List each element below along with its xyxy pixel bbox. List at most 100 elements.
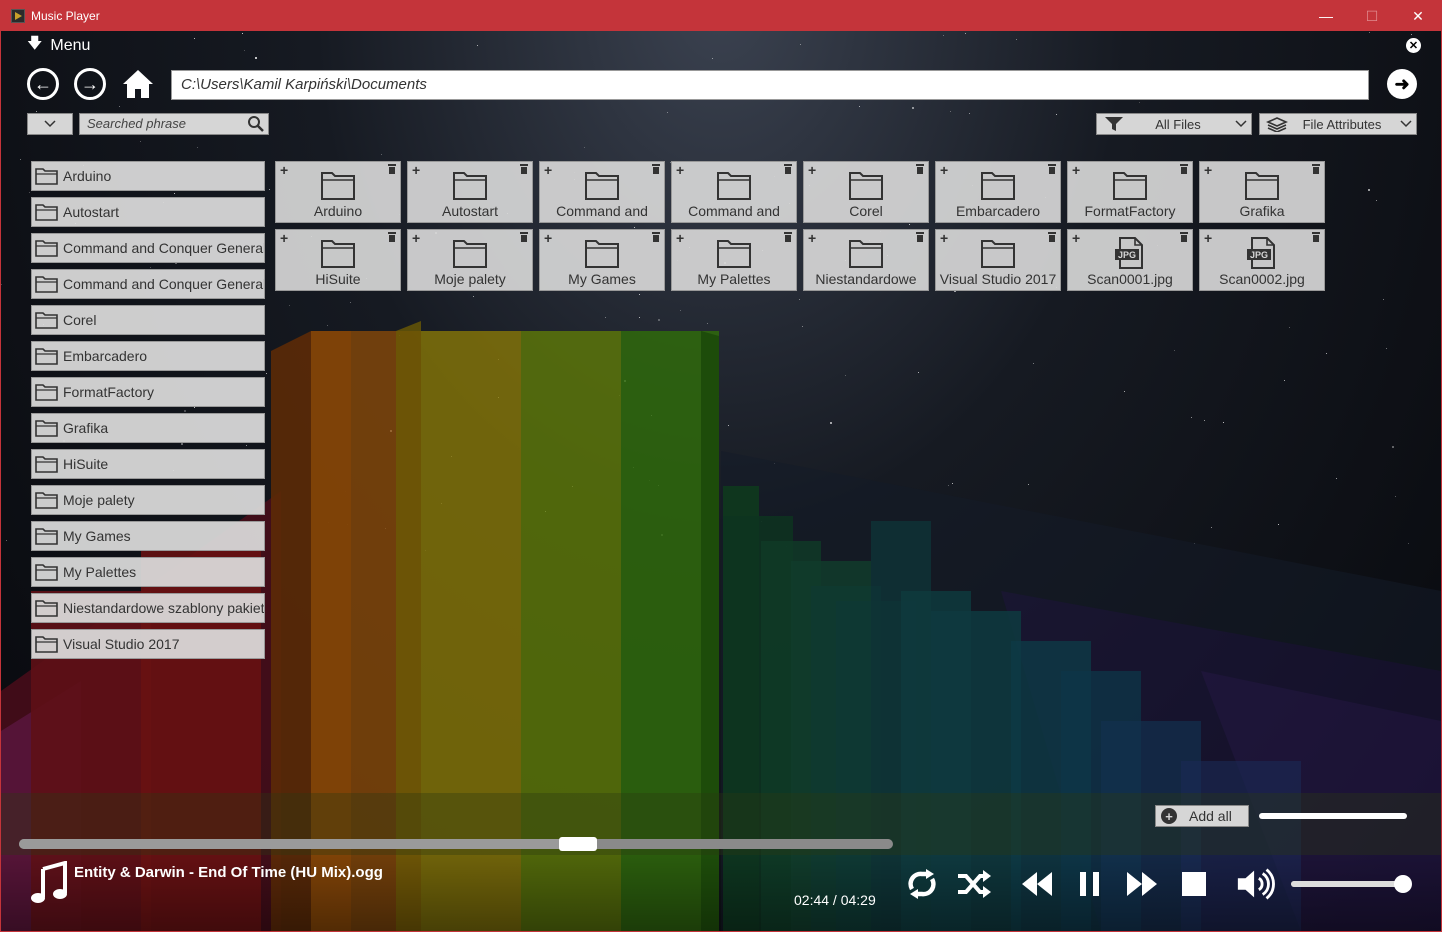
star xyxy=(344,490,346,492)
previous-button[interactable] xyxy=(1016,863,1058,905)
add-to-playlist-icon[interactable]: + xyxy=(544,230,552,246)
folder-tile[interactable]: + FormatFactory xyxy=(1067,161,1193,223)
add-to-playlist-icon[interactable]: + xyxy=(280,162,288,178)
file-attributes-dropdown[interactable]: File Attributes xyxy=(1259,113,1417,135)
sidebar-item[interactable]: Corel xyxy=(31,305,265,335)
forward-button[interactable]: → xyxy=(74,68,106,100)
sidebar-item[interactable]: Embarcadero xyxy=(31,341,265,371)
repeat-button[interactable] xyxy=(901,863,943,905)
sidebar-item[interactable]: Arduino xyxy=(31,161,265,191)
seek-thumb[interactable] xyxy=(559,837,598,851)
trash-icon[interactable] xyxy=(388,232,396,242)
pause-button[interactable] xyxy=(1069,863,1111,905)
sidebar-item[interactable]: Command and Conquer Generals xyxy=(31,269,265,299)
file-type-dropdown[interactable]: All Files xyxy=(1096,113,1252,135)
trash-icon[interactable] xyxy=(520,164,528,174)
folder-tile[interactable]: + Command and xyxy=(539,161,665,223)
add-to-playlist-icon[interactable]: + xyxy=(808,230,816,246)
stop-button[interactable] xyxy=(1173,863,1215,905)
search-mode-dropdown[interactable] xyxy=(27,113,73,135)
sidebar-item[interactable]: Moje palety xyxy=(31,485,265,515)
folder-tile[interactable]: + HiSuite xyxy=(275,229,401,291)
add-to-playlist-icon[interactable]: + xyxy=(1072,162,1080,178)
add-to-playlist-icon[interactable]: + xyxy=(940,162,948,178)
sidebar-item[interactable]: My Palettes xyxy=(31,557,265,587)
add-to-playlist-icon[interactable]: + xyxy=(1072,230,1080,246)
next-button[interactable] xyxy=(1121,863,1163,905)
sidebar-item[interactable]: Niestandardowe szablony pakietu xyxy=(31,593,265,623)
add-all-button[interactable]: + Add all xyxy=(1155,805,1249,827)
add-to-playlist-icon[interactable]: + xyxy=(676,162,684,178)
trash-icon[interactable] xyxy=(1312,232,1320,242)
star xyxy=(181,443,184,446)
playlist-scroll-slider[interactable] xyxy=(1259,813,1407,819)
folder-tile[interactable]: + Autostart xyxy=(407,161,533,223)
trash-icon[interactable] xyxy=(652,232,660,242)
star xyxy=(477,45,479,47)
add-to-playlist-icon[interactable]: + xyxy=(1204,162,1212,178)
folder-tile[interactable]: + My Palettes xyxy=(671,229,797,291)
trash-icon[interactable] xyxy=(1312,164,1320,174)
trash-icon[interactable] xyxy=(916,164,924,174)
close-panel-icon[interactable]: ✕ xyxy=(1406,38,1421,53)
trash-icon[interactable] xyxy=(916,232,924,242)
volume-button[interactable] xyxy=(1235,863,1277,905)
folder-tile[interactable]: + Niestandardowe xyxy=(803,229,929,291)
folder-tile[interactable]: + Moje palety xyxy=(407,229,533,291)
trash-icon[interactable] xyxy=(388,164,396,174)
trash-icon[interactable] xyxy=(1048,164,1056,174)
folder-tile[interactable]: + Corel xyxy=(803,161,929,223)
shuffle-button[interactable] xyxy=(953,863,995,905)
add-to-playlist-icon[interactable]: + xyxy=(808,162,816,178)
add-to-playlist-icon[interactable]: + xyxy=(412,230,420,246)
sidebar-item[interactable]: FormatFactory xyxy=(31,377,265,407)
sidebar-item[interactable]: HiSuite xyxy=(31,449,265,479)
maximize-button[interactable]: ☐ xyxy=(1349,1,1395,31)
minimize-button[interactable]: — xyxy=(1303,1,1349,31)
add-to-playlist-icon[interactable]: + xyxy=(544,162,552,178)
back-button[interactable]: ← xyxy=(27,68,59,100)
close-button[interactable]: ✕ xyxy=(1395,1,1441,31)
volume-slider[interactable] xyxy=(1291,881,1409,887)
add-to-playlist-icon[interactable]: + xyxy=(676,230,684,246)
add-to-playlist-icon[interactable]: + xyxy=(940,230,948,246)
trash-icon[interactable] xyxy=(1048,232,1056,242)
trash-icon[interactable] xyxy=(784,164,792,174)
sidebar-item-label: Visual Studio 2017 xyxy=(63,636,180,652)
file-tile[interactable]: + JPG Scan0002.jpg xyxy=(1199,229,1325,291)
search-input[interactable]: Searched phrase xyxy=(79,113,269,135)
trash-icon[interactable] xyxy=(652,164,660,174)
star xyxy=(1190,417,1192,419)
add-to-playlist-icon[interactable]: + xyxy=(280,230,288,246)
trash-icon[interactable] xyxy=(1180,232,1188,242)
file-tile[interactable]: + JPG Scan0001.jpg xyxy=(1067,229,1193,291)
sidebar-item-label: Embarcadero xyxy=(63,348,148,364)
menu-button[interactable]: 🡇 Menu xyxy=(27,33,90,58)
seek-bar[interactable] xyxy=(19,839,893,849)
sidebar-item[interactable]: Visual Studio 2017 xyxy=(31,629,265,659)
sidebar-item[interactable]: Autostart xyxy=(31,197,265,227)
sidebar-item[interactable]: My Games xyxy=(31,521,265,551)
folder-tile[interactable]: + Grafika xyxy=(1199,161,1325,223)
folder-icon xyxy=(35,598,59,618)
home-icon[interactable] xyxy=(121,67,155,101)
folder-tile[interactable]: + My Games xyxy=(539,229,665,291)
volume-thumb[interactable] xyxy=(1394,875,1413,893)
add-to-playlist-icon[interactable]: + xyxy=(1204,230,1212,246)
folder-tile[interactable]: + Arduino xyxy=(275,161,401,223)
folder-tile[interactable]: + Command and xyxy=(671,161,797,223)
add-to-playlist-icon[interactable]: + xyxy=(412,162,420,178)
trash-icon[interactable] xyxy=(784,232,792,242)
sidebar-item-label: My Palettes xyxy=(63,564,137,580)
go-arrow-button[interactable]: ➜ xyxy=(1387,69,1417,99)
star xyxy=(473,296,475,298)
sidebar-item[interactable]: Grafika xyxy=(31,413,265,443)
search-icon[interactable] xyxy=(247,115,265,133)
trash-icon[interactable] xyxy=(1180,164,1188,174)
trash-icon[interactable] xyxy=(520,232,528,242)
star xyxy=(1203,419,1205,421)
path-input[interactable]: C:\Users\Kamil Karpiński\Documents xyxy=(171,70,1369,100)
folder-tile[interactable]: + Visual Studio 2017 xyxy=(935,229,1061,291)
sidebar-item[interactable]: Command and Conquer Generals xyxy=(31,233,265,263)
folder-tile[interactable]: + Embarcadero xyxy=(935,161,1061,223)
